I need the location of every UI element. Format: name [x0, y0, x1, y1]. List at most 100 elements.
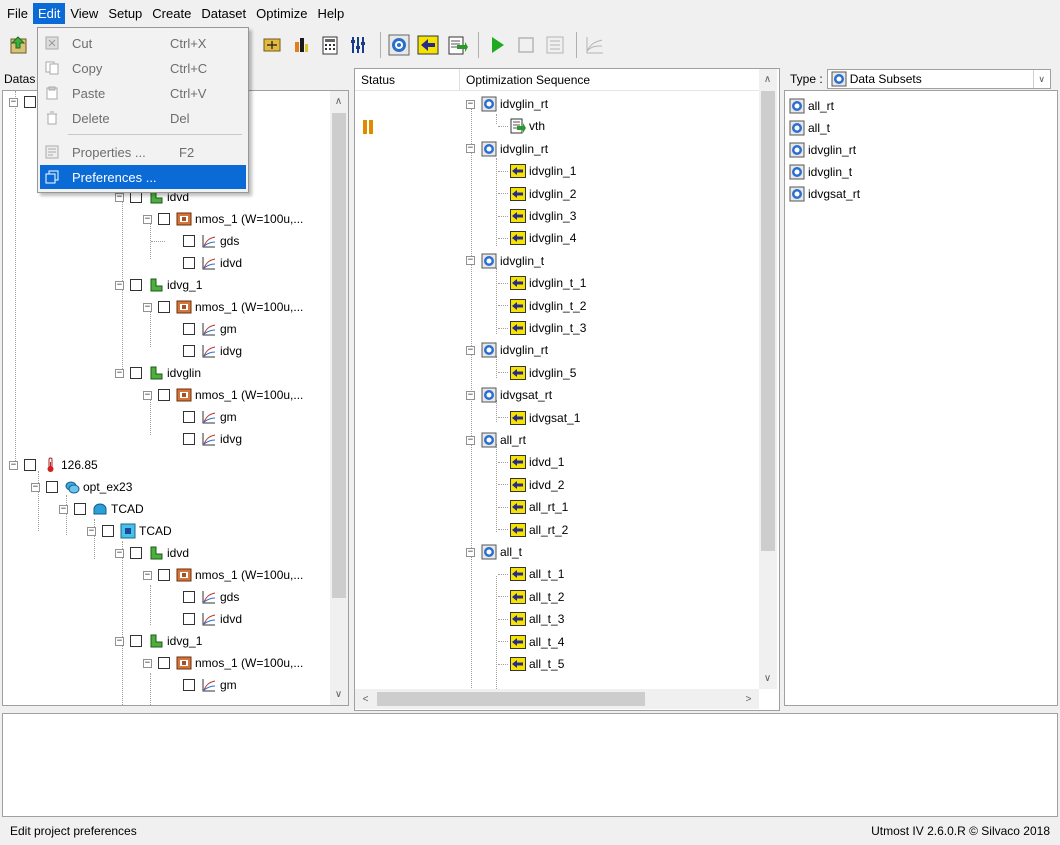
- collapse-icon[interactable]: −: [115, 280, 124, 290]
- tree-node[interactable]: gm: [171, 318, 237, 340]
- menu-file[interactable]: File: [2, 3, 33, 24]
- subset-item[interactable]: idvglin_rt: [789, 139, 856, 161]
- collapse-icon[interactable]: −: [143, 214, 152, 224]
- sequence-step-item[interactable]: all_rt_1: [498, 496, 568, 518]
- menu-item-paste[interactable]: Paste Ctrl+V: [40, 82, 246, 104]
- run-icon[interactable]: [484, 32, 510, 58]
- sequence-step-item[interactable]: idvglin_3: [498, 205, 576, 227]
- sequence-subset-item[interactable]: − all_rt: [466, 429, 526, 451]
- menu-optimize[interactable]: Optimize: [251, 3, 312, 24]
- collapse-icon[interactable]: −: [143, 390, 152, 400]
- collapse-icon[interactable]: −: [115, 368, 124, 378]
- sequence-subset-item[interactable]: − idvglin_rt: [466, 138, 548, 160]
- checkbox[interactable]: [183, 591, 195, 603]
- tree-node[interactable]: − TCAD: [59, 498, 144, 520]
- checkbox[interactable]: [183, 235, 195, 247]
- sequence-step-item[interactable]: idvglin_4: [498, 227, 576, 249]
- collapse-icon[interactable]: −: [115, 636, 124, 646]
- collapse-icon[interactable]: −: [9, 97, 18, 107]
- menu-setup[interactable]: Setup: [103, 3, 147, 24]
- sequence-step-item[interactable]: all_t_4: [498, 631, 564, 653]
- tree-node[interactable]: − nmos_1 (W=100u,...: [143, 384, 303, 406]
- sequence-step-item[interactable]: all_rt_2: [498, 519, 568, 541]
- subset-item[interactable]: idvglin_t: [789, 161, 852, 183]
- collapse-icon[interactable]: −: [466, 435, 475, 445]
- checkbox[interactable]: [102, 525, 114, 537]
- sequence-subset-item[interactable]: − idvglin_rt: [466, 93, 548, 115]
- tree-node[interactable]: − opt_ex23: [31, 476, 132, 498]
- vertical-scrollbar[interactable]: ∧ ∨: [330, 91, 348, 705]
- sequence-step-item[interactable]: all_t_3: [498, 608, 564, 630]
- menu-item-copy[interactable]: Copy Ctrl+C: [40, 57, 246, 79]
- tree-node[interactable]: − idvglin: [115, 362, 201, 384]
- collapse-icon[interactable]: −: [143, 570, 152, 580]
- collapse-icon[interactable]: −: [143, 658, 152, 668]
- sequence-subset-item[interactable]: − idvgsat_rt: [466, 384, 552, 406]
- tree-node[interactable]: − idvg_1: [115, 630, 202, 652]
- optimization-sequence-panel[interactable]: Status Optimization Sequence − idvglin_rt…: [354, 68, 780, 711]
- checkbox[interactable]: [158, 569, 170, 581]
- scroll-up-icon[interactable]: ∧: [759, 71, 776, 88]
- collapse-icon[interactable]: −: [466, 99, 475, 109]
- sequence-subset-item[interactable]: − idvglin_t: [466, 250, 544, 272]
- collapse-icon[interactable]: −: [31, 482, 40, 492]
- target-icon[interactable]: [386, 32, 412, 58]
- sequence-step-item[interactable]: idvglin_t_2: [498, 295, 586, 317]
- tree-node[interactable]: idvd: [171, 608, 242, 630]
- type-select[interactable]: Data Subsets ∨: [826, 69, 1051, 89]
- tree-node[interactable]: gds: [171, 586, 239, 608]
- column-header-sequence[interactable]: Optimization Sequence: [460, 69, 762, 91]
- collapse-icon[interactable]: −: [466, 256, 475, 266]
- collapse-icon[interactable]: −: [115, 548, 124, 558]
- scroll-down-icon[interactable]: ∨: [330, 686, 347, 703]
- collapse-icon[interactable]: −: [9, 460, 18, 470]
- collapse-icon[interactable]: −: [466, 345, 475, 355]
- menu-item-preferences[interactable]: Preferences ...: [40, 165, 246, 189]
- checkbox[interactable]: [130, 635, 142, 647]
- checkbox[interactable]: [130, 547, 142, 559]
- chevron-down-icon[interactable]: ∨: [1032, 70, 1050, 88]
- tree-node[interactable]: − 126.85: [9, 454, 98, 476]
- tree-node[interactable]: gm: [171, 674, 237, 696]
- menu-create[interactable]: Create: [147, 3, 196, 24]
- sequence-step-item[interactable]: idvgsat_1: [498, 407, 580, 429]
- collapse-icon[interactable]: −: [143, 302, 152, 312]
- model-card-icon[interactable]: [259, 32, 285, 58]
- checkbox[interactable]: [24, 459, 36, 471]
- checkbox[interactable]: [183, 613, 195, 625]
- menu-item-delete[interactable]: Delete Del: [40, 107, 246, 129]
- scroll-left-icon[interactable]: <: [357, 691, 374, 708]
- scrollbar-thumb[interactable]: [332, 113, 346, 598]
- checkbox[interactable]: [74, 503, 86, 515]
- sequence-subset-item[interactable]: − idvglin_rt: [466, 339, 548, 361]
- sequence-step-item[interactable]: idvglin_t_3: [498, 317, 586, 339]
- collapse-icon[interactable]: −: [87, 526, 96, 536]
- menu-edit[interactable]: Edit: [32, 3, 66, 24]
- tree-node[interactable]: − nmos_1 (W=100u,...: [143, 652, 303, 674]
- sequence-step-item[interactable]: all_t_5: [498, 653, 564, 675]
- tree-node[interactable]: − idvd: [115, 542, 189, 564]
- checkbox[interactable]: [46, 481, 58, 493]
- scrollbar-thumb[interactable]: [377, 692, 645, 706]
- collapse-icon[interactable]: −: [466, 390, 475, 400]
- sequence-subset-item[interactable]: − all_t: [466, 541, 522, 563]
- checkbox[interactable]: [183, 323, 195, 335]
- sequence-step-item[interactable]: idvd_2: [498, 474, 564, 496]
- tree-node[interactable]: − nmos_1 (W=100u,...: [143, 564, 303, 586]
- tree-node[interactable]: − idvg_1: [115, 274, 202, 296]
- optimize-step-icon[interactable]: [415, 32, 441, 58]
- sequence-step-item[interactable]: idvd_1: [498, 451, 564, 473]
- horizontal-scrollbar[interactable]: < >: [355, 689, 759, 709]
- checkbox[interactable]: [158, 389, 170, 401]
- calculator-icon[interactable]: [317, 32, 343, 58]
- sequence-step-item[interactable]: idvglin_5: [498, 362, 576, 384]
- menu-view[interactable]: View: [65, 3, 103, 24]
- data-subsets-panel[interactable]: all_rt all_t idvglin_rt idvglin_t idvgsat_rt: [784, 90, 1058, 706]
- tree-node[interactable]: idvg: [171, 428, 242, 450]
- sequence-step-item[interactable]: all_t_1: [498, 563, 564, 585]
- checkbox[interactable]: [130, 367, 142, 379]
- checkbox[interactable]: [183, 411, 195, 423]
- scroll-right-icon[interactable]: >: [740, 691, 757, 708]
- collapse-icon[interactable]: −: [115, 192, 124, 202]
- menu-dataset[interactable]: Dataset: [196, 3, 251, 24]
